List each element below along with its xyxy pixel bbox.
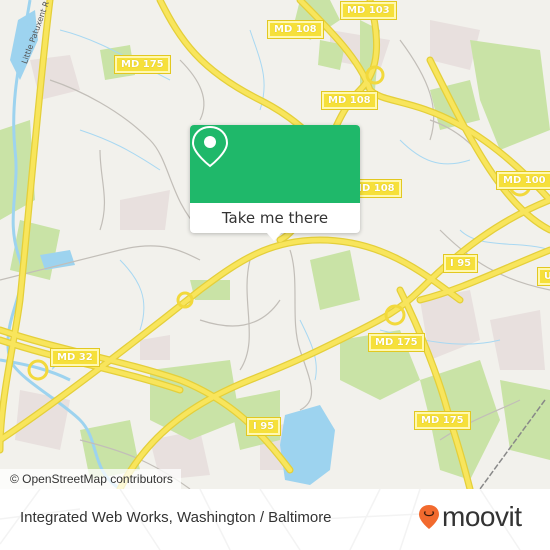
route-shield-md-100: MD 100 [497,172,550,189]
route-shield-i-95: I 95 [444,255,478,272]
map-attribution[interactable]: © OpenStreetMap contributors [0,469,181,489]
place-title: Integrated Web Works, Washington / Balti… [20,509,332,526]
route-shield-i-95: I 95 [247,418,281,435]
footer-bar: Integrated Web Works, Washington / Balti… [0,489,550,550]
take-me-there-button[interactable]: Take me there [190,203,360,233]
moovit-logo[interactable]: moovit [418,501,522,533]
moovit-pin-icon [419,505,439,529]
map-canvas[interactable]: Little Patuxent R MD 103 MD 108 MD 175 M… [0,0,550,489]
location-popup: Take me there [190,125,360,233]
route-shield-md-175: MD 175 [415,412,470,429]
route-shield-us: U [538,268,550,285]
popup-pointer [266,232,282,241]
map-pin-icon [191,125,229,168]
route-shield-md-103: MD 103 [341,2,396,19]
route-shield-md-108: MD 108 [322,92,377,109]
route-shield-md-32: MD 32 [51,349,99,366]
route-shield-md-108: MD 108 [268,21,323,38]
route-shield-md-175: MD 175 [369,334,424,351]
moovit-wordmark: moovit [442,501,522,532]
popup-header [190,125,360,203]
route-shield-md-175: MD 175 [115,56,170,73]
